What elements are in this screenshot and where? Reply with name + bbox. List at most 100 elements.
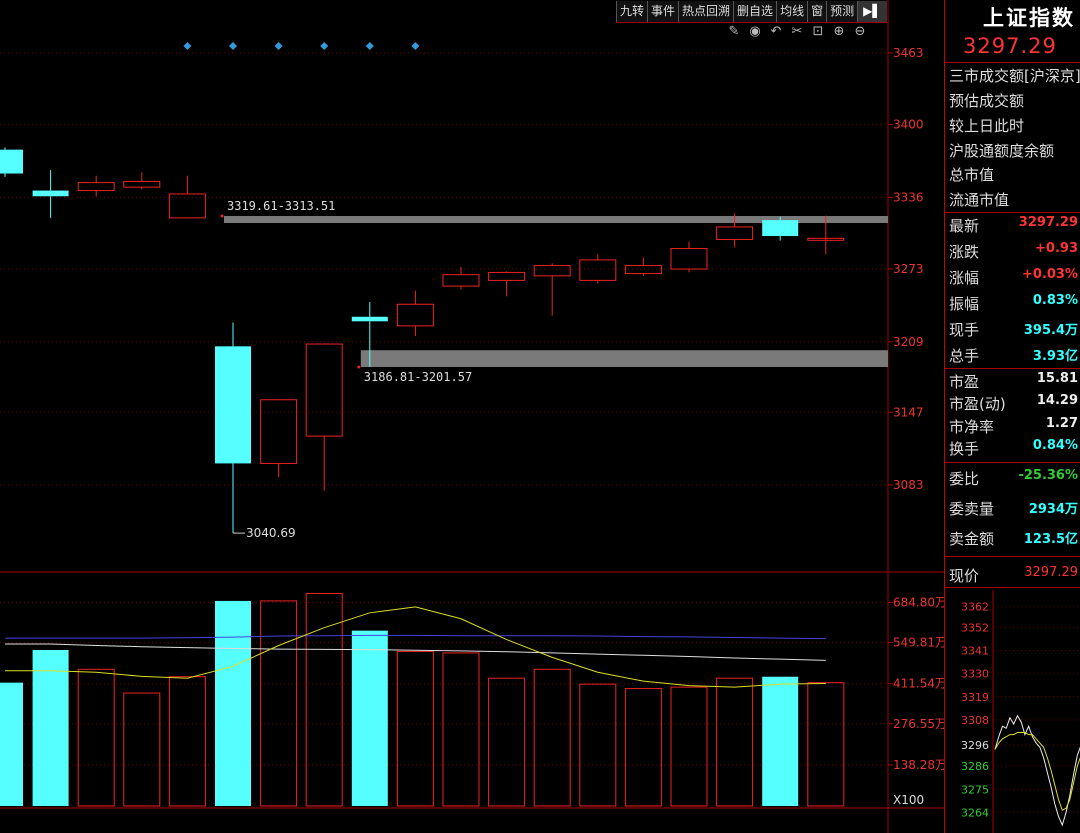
price-tick-label: 3273	[893, 262, 924, 276]
mini-tick-label: 3296	[961, 739, 989, 752]
volume-bar	[533, 668, 571, 807]
volume-bar	[168, 676, 206, 807]
candle-body	[488, 271, 526, 281]
candle-body	[533, 265, 571, 277]
volume-bar	[123, 692, 161, 807]
lock-icon[interactable]: ⊡	[810, 24, 826, 39]
volume-bar	[488, 677, 526, 807]
candle	[579, 254, 617, 284]
price-tick-label: 3336	[893, 190, 924, 204]
volume-ma-short-line	[5, 606, 826, 688]
volume-bar	[215, 600, 251, 806]
scissors-icon[interactable]: ✂	[789, 24, 805, 39]
candle-body	[77, 182, 115, 192]
mini-tick-label: 3362	[961, 600, 989, 613]
drawing-tools: ✎ ◉ ↶ ✂ ⊡ ⊕ ⊖	[726, 24, 868, 39]
candle	[168, 175, 206, 219]
volume-tick-label: 276.55万	[893, 717, 944, 731]
toolbar-button-forecast[interactable]: 预测	[826, 1, 858, 22]
volume-bar	[579, 683, 617, 807]
volume-bar	[260, 600, 298, 807]
divider	[945, 212, 1080, 213]
gap-marker-dot	[220, 214, 224, 218]
volume-bar	[0, 682, 23, 806]
float-market-cap-label: 流通市值	[949, 191, 1010, 209]
volume-tick-label: 549.81万	[893, 636, 944, 650]
pencil-icon[interactable]: ✎	[726, 24, 742, 39]
vs-previous-label: 较上日此时	[949, 117, 1025, 135]
divider	[945, 462, 1080, 463]
event-marker-icon	[320, 42, 329, 50]
toolbar-button-window[interactable]: 窗	[807, 1, 827, 22]
mini-tick-label: 3275	[961, 783, 989, 796]
volume-bar	[716, 677, 754, 807]
candle	[32, 170, 69, 218]
volume-tick-label: 684.80万	[893, 595, 944, 609]
toolbar-button-events[interactable]: 事件	[647, 1, 679, 22]
mini-tick-label: 3308	[961, 714, 989, 727]
low-annotation-label: 3040.69	[246, 526, 296, 540]
northbound-quota-label: 沪股通额度余额	[949, 142, 1055, 160]
toolbar-button-hotspot-review[interactable]: 热点回溯	[678, 1, 734, 22]
candle-body	[0, 149, 23, 174]
zoom-in-icon[interactable]: ⊕	[831, 24, 847, 39]
event-marker-icon	[411, 42, 420, 50]
price-tick-label: 3400	[893, 118, 924, 132]
mini-tick-label: 3341	[961, 645, 989, 658]
divider	[945, 62, 1080, 63]
volume-ma-mid-line	[5, 634, 826, 640]
candle	[215, 322, 251, 534]
candle	[305, 343, 343, 491]
candle-body	[32, 190, 69, 197]
candle	[123, 172, 161, 190]
gap-label: 3319.61-3313.51	[227, 199, 335, 213]
candle	[260, 399, 298, 478]
volume-bar	[351, 630, 388, 806]
turnover-label: 三市成交额[沪深京]	[949, 67, 1080, 85]
candlestick-chart[interactable]: 3463 3400 3336 3273 3209 3147 3083 3319.61-3313…	[0, 0, 944, 833]
price-tick-label: 3083	[893, 478, 924, 492]
volume-bar	[762, 676, 799, 806]
divider	[945, 368, 1080, 369]
divider	[945, 587, 1080, 588]
candle	[77, 175, 115, 197]
toolbar-button-remove-watchlist[interactable]: 删自选	[733, 1, 777, 22]
volume-bar	[396, 650, 434, 807]
candle-body	[351, 316, 388, 322]
candle	[670, 241, 708, 273]
toolbar-button-moving-average[interactable]: 均线	[776, 1, 808, 22]
collapse-panel-icon[interactable]: ▶▌	[857, 1, 887, 22]
volume-unit-label: X100	[893, 793, 924, 807]
candle-body	[579, 259, 617, 281]
mini-tick-label: 3319	[961, 691, 989, 704]
candle	[488, 271, 526, 297]
gap-zone	[360, 350, 888, 367]
mini-tick-label: 3286	[961, 760, 989, 773]
total-market-cap-label: 总市值	[949, 166, 995, 184]
volume-bar	[807, 682, 845, 807]
zoom-out-icon[interactable]: ⊖	[852, 24, 868, 39]
volume-bar	[305, 592, 343, 807]
candle-body	[123, 180, 161, 188]
volume-bar	[77, 668, 115, 807]
candle	[0, 147, 23, 177]
candle-body	[260, 399, 298, 464]
candle	[442, 266, 480, 290]
price-tick-label: 3209	[893, 335, 924, 349]
candle-body	[762, 220, 799, 237]
mini-tick-label: 3330	[961, 668, 989, 681]
intraday-mini-chart[interactable]: 3362 3352 3341 3330 3319 3308 3296 3286 3275 3264	[945, 590, 1080, 833]
volume-bar	[670, 686, 708, 807]
undo-icon[interactable]: ↶	[768, 24, 784, 39]
toolbar-button-jiuzhuan[interactable]: 九转	[616, 1, 648, 22]
volume-bar	[32, 649, 69, 806]
event-marker-icon	[229, 42, 237, 50]
event-marker-icon	[274, 42, 283, 50]
index-title: 上证指数	[983, 6, 1075, 30]
volume-tick-label: 138.28万	[893, 758, 944, 772]
candle-body	[670, 248, 708, 270]
eye-icon[interactable]: ◉	[747, 24, 763, 39]
candle-body	[396, 303, 434, 327]
price-tick-label: 3463	[893, 46, 924, 60]
gap-marker-dot	[357, 365, 361, 369]
